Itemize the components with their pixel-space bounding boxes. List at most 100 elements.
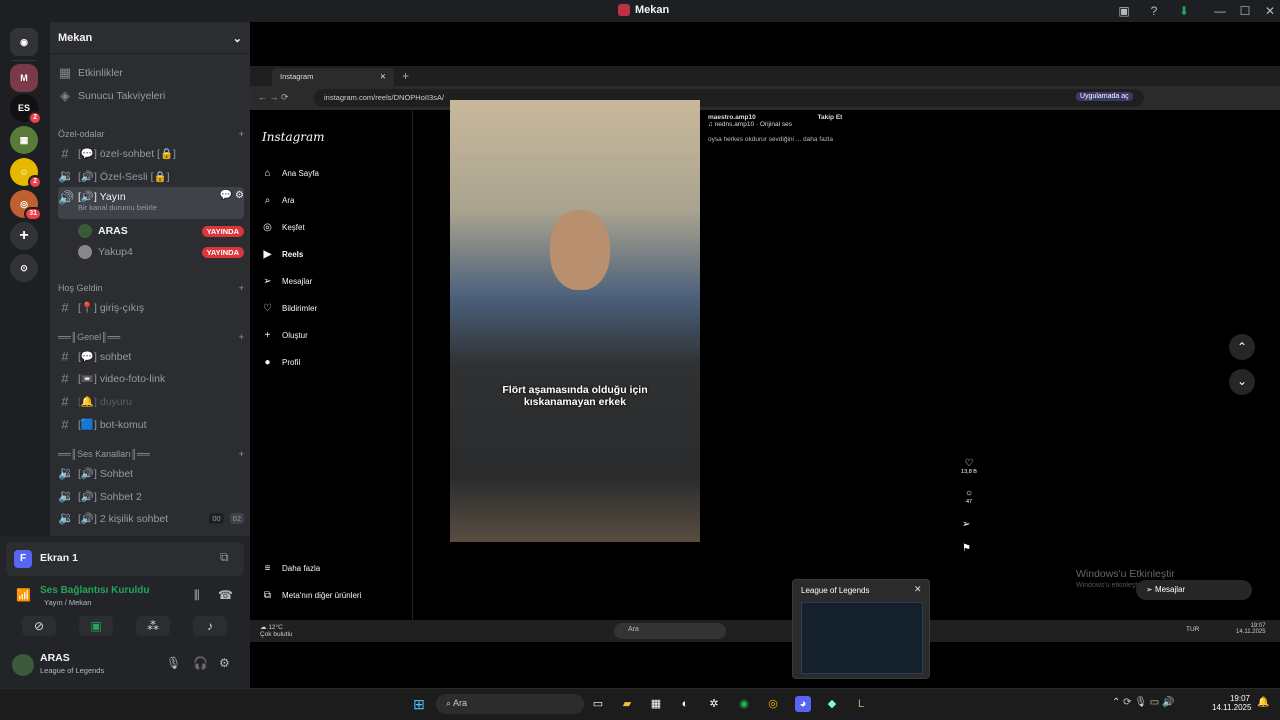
nav-notifications[interactable]: Bildirimler bbox=[282, 304, 317, 313]
channel-stream-active[interactable]: 🔊 [🔊] Yayın Bir kanal durumu belirle 💬 ⚙ bbox=[58, 187, 244, 219]
minimize-button[interactable]: — bbox=[1212, 3, 1228, 19]
close-button[interactable]: ✕ bbox=[1262, 3, 1278, 19]
add-channel-icon[interactable]: + bbox=[239, 129, 244, 139]
save-icon[interactable]: ⚑ bbox=[962, 543, 971, 554]
disconnect-icon[interactable]: ☎ bbox=[218, 588, 233, 602]
store-icon[interactable]: ▦ bbox=[648, 696, 664, 712]
league-icon[interactable]: L bbox=[853, 696, 869, 712]
nav-home[interactable]: Ana Sayfa bbox=[282, 169, 319, 178]
microphone-icon[interactable]: 🎙 bbox=[166, 656, 181, 670]
start-icon[interactable]: ⊞ bbox=[411, 696, 427, 712]
follow-button[interactable]: Takip Et bbox=[818, 114, 843, 121]
close-tab-icon[interactable]: ✕ bbox=[380, 72, 386, 81]
boosts-link[interactable]: Sunucu Takviyeleri bbox=[78, 90, 165, 102]
new-tab-icon[interactable]: + bbox=[402, 69, 409, 83]
chat-icon[interactable]: 💬 ⚙ bbox=[220, 190, 244, 201]
category-general[interactable]: ══║Genel║══ bbox=[58, 332, 120, 342]
chrome-icon[interactable]: ◎ bbox=[765, 696, 781, 712]
like-icon[interactable]: ♡ 13,8 B bbox=[960, 458, 978, 475]
voice-channel-path[interactable]: Yayın / Mekan bbox=[44, 598, 91, 607]
file-explorer-icon[interactable]: ▰ bbox=[619, 696, 635, 712]
app-icon[interactable]: ✲ bbox=[706, 696, 722, 712]
channel-status[interactable]: Bir kanal durumu belirle bbox=[78, 203, 157, 212]
category-private[interactable]: Özel-odalar bbox=[58, 129, 105, 139]
channel-duyuru[interactable]: [🔔] duyuru bbox=[78, 395, 132, 408]
add-channel-icon[interactable]: + bbox=[239, 283, 244, 293]
inbox-icon[interactable]: ▣ bbox=[1116, 3, 1132, 19]
comment-icon[interactable]: ○ 47 bbox=[960, 488, 978, 505]
nav-meta[interactable]: Meta'nın diğer ürünleri bbox=[282, 591, 361, 600]
taskbar-search[interactable]: ⌕ Ara bbox=[436, 694, 584, 714]
server-mekan[interactable]: M bbox=[10, 64, 38, 92]
inner-lang: TUR bbox=[1186, 626, 1200, 633]
nav-reels[interactable]: Reels bbox=[282, 250, 303, 259]
chevron-up-icon[interactable]: ⌃ bbox=[1229, 334, 1255, 360]
nav-explore[interactable]: Keşfet bbox=[282, 223, 305, 232]
popout-icon[interactable]: ⧉ bbox=[220, 550, 229, 565]
voice-status[interactable]: Ses Bağlantısı Kuruldu bbox=[40, 585, 149, 596]
server-2[interactable]: ES 2 bbox=[10, 94, 42, 125]
chevron-down-icon[interactable]: ⌄ bbox=[1229, 369, 1255, 395]
nav-messages[interactable]: Mesajlar bbox=[282, 277, 312, 286]
category-voice[interactable]: ══║Ses Kanalları║══ bbox=[58, 449, 150, 459]
notification-icon[interactable]: 🔔 bbox=[1257, 697, 1269, 708]
add-channel-icon[interactable]: + bbox=[239, 332, 244, 342]
discover-icon[interactable]: ⊙ bbox=[10, 254, 38, 282]
server-header[interactable]: Mekan ⌄ bbox=[50, 22, 250, 54]
messages-button[interactable]: ➢ Mesajlar bbox=[1136, 580, 1252, 600]
post-caption[interactable]: oysa herkes okdurur sevdiğini ... daha f… bbox=[708, 136, 833, 143]
post-author[interactable]: maestro.amp10 Takip Et ♫ nedns.amp10 · Or… bbox=[708, 114, 842, 128]
server-3[interactable]: ▦ bbox=[10, 126, 38, 154]
headphones-icon[interactable]: 🎧 bbox=[193, 656, 208, 670]
events-link[interactable]: Etkinlikler bbox=[78, 67, 123, 79]
nav-more[interactable]: Daha fazla bbox=[282, 564, 320, 573]
voice-user-name[interactable]: Yakup4 bbox=[98, 246, 133, 258]
share-icon[interactable]: ➢ bbox=[962, 519, 970, 530]
maximize-button[interactable]: ☐ bbox=[1237, 3, 1253, 19]
channel-private-voice[interactable]: [🔊] Özel-Sesli [🔒] bbox=[78, 170, 170, 183]
discord-icon[interactable]: ◕ bbox=[795, 696, 811, 712]
back-icon[interactable]: ← → ⟳ bbox=[258, 92, 289, 103]
taskbar-preview[interactable]: League of Legends ✕ bbox=[792, 579, 930, 679]
activities-button[interactable]: ⁂ bbox=[136, 616, 170, 636]
nav-create[interactable]: Oluştur bbox=[282, 331, 308, 340]
nav-search[interactable]: Ara bbox=[282, 196, 294, 205]
help-icon[interactable]: ? bbox=[1146, 3, 1162, 19]
voice-channel-duo[interactable]: [🔊] 2 kişilik sohbet bbox=[78, 512, 168, 525]
task-view-icon[interactable]: ▭ bbox=[590, 696, 606, 712]
noise-suppression-icon[interactable]: ⫼ bbox=[194, 588, 200, 603]
tab-instagram[interactable]: Instagram ✕ bbox=[272, 68, 394, 86]
nav-profile[interactable]: Profil bbox=[282, 358, 300, 367]
voice-channel-sohbet[interactable]: [🔊] Sohbet bbox=[78, 467, 133, 480]
voice-channel-sohbet2[interactable]: [🔊] Sohbet 2 bbox=[78, 490, 142, 503]
voice-user-name[interactable]: ARAS bbox=[98, 225, 128, 237]
tray-icons[interactable]: ⌃ ⟳ 🎙 ▭ 🔊 bbox=[1112, 697, 1174, 708]
steam-icon[interactable]: ◐ bbox=[677, 696, 693, 712]
download-icon[interactable]: ⬇ bbox=[1176, 3, 1192, 19]
url-field[interactable]: instagram.com/reels/DNOPHoII3sA/ bbox=[314, 89, 1144, 107]
riot-client-icon[interactable]: ◆ bbox=[824, 696, 840, 712]
soundboard-button[interactable]: ♪ bbox=[193, 616, 227, 636]
channel-sohbet[interactable]: [💬] sohbet bbox=[78, 350, 131, 363]
server-5[interactable]: ◎ 31 bbox=[10, 190, 42, 221]
discord-home-icon[interactable]: ◉ bbox=[10, 28, 38, 56]
category-welcome[interactable]: Hoş Geldin bbox=[58, 283, 103, 293]
add-server-icon[interactable]: + bbox=[10, 222, 38, 250]
avatar[interactable] bbox=[12, 654, 34, 676]
stream-card[interactable]: F Ekran 1 ⧉ bbox=[6, 542, 244, 576]
camera-off-button[interactable]: ⊘ bbox=[22, 616, 56, 636]
open-in-app-button[interactable]: Uygulamada aç bbox=[1076, 92, 1133, 101]
add-channel-icon[interactable]: + bbox=[239, 449, 244, 459]
channel-entry[interactable]: [📍] giriş-çıkış bbox=[78, 301, 144, 314]
channel-private-chat[interactable]: [💬] özel-sohbet [🔒] bbox=[78, 147, 176, 160]
clock[interactable]: 19:07 14.11.2025 bbox=[1212, 694, 1251, 712]
reel-video[interactable]: Flört aşamasında olduğu için kıskanamaya… bbox=[450, 100, 700, 542]
close-icon[interactable]: ✕ bbox=[914, 584, 922, 595]
channel-video[interactable]: [📼] video-foto-link bbox=[78, 372, 165, 385]
channel-bot[interactable]: [🟦] bot-komut bbox=[78, 418, 147, 431]
server-4[interactable]: ☺ 2 bbox=[10, 158, 42, 189]
calendar-icon: ▦ bbox=[58, 65, 72, 80]
spotify-icon[interactable]: ◉ bbox=[736, 696, 752, 712]
settings-icon[interactable]: ⚙ bbox=[219, 656, 230, 670]
screen-share-button[interactable]: ▣ bbox=[79, 616, 113, 636]
